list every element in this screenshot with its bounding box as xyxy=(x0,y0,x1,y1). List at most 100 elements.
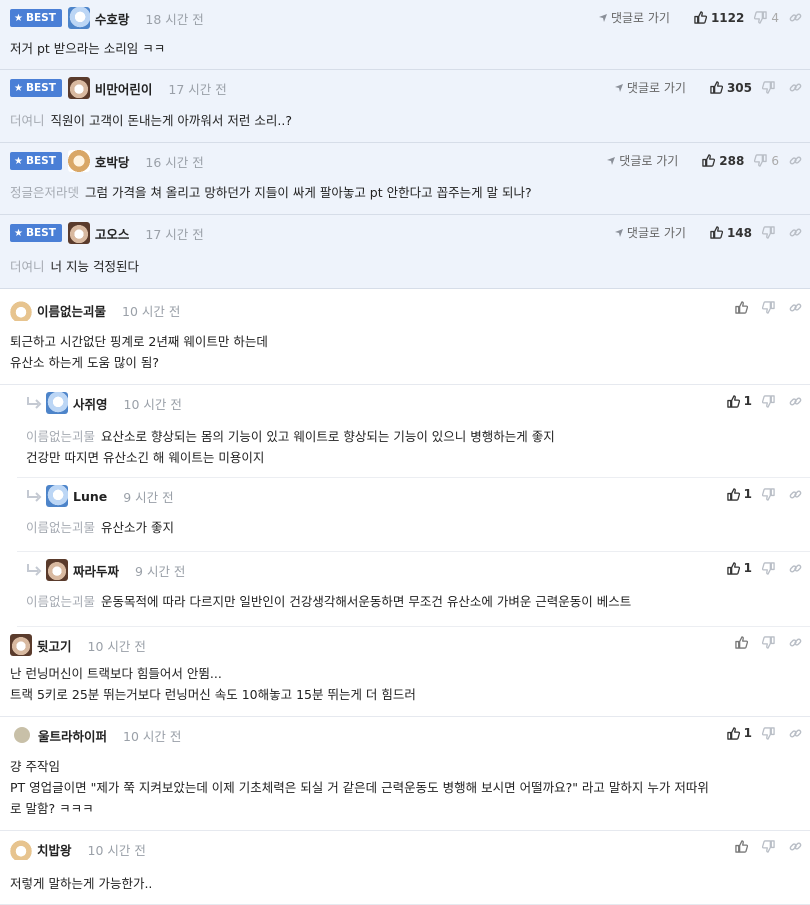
author-name[interactable]: 비만어린이 xyxy=(95,79,153,98)
author-name[interactable]: 뒷고기 xyxy=(37,636,72,655)
comment-text: 걍 주작임 xyxy=(10,759,60,774)
like-button[interactable] xyxy=(735,301,752,314)
author-name[interactable]: 수호랑 xyxy=(95,9,130,28)
comment-text: 저거 pt 받으라는 소리임 ㅋㅋ xyxy=(10,41,166,56)
comment-body: 정글은저라뎃 그럼 가격을 쳐 올리고 망하던가 지들이 싸게 팔아놓고 pt 안… xyxy=(10,182,532,203)
thumbs-up-icon xyxy=(710,226,727,239)
avatar-blue-icon[interactable] xyxy=(46,392,68,414)
author-name[interactable]: 사쥐영 xyxy=(73,394,108,413)
thumbs-down-icon xyxy=(754,154,771,167)
dislike-button[interactable] xyxy=(762,394,779,408)
dislike-button[interactable] xyxy=(762,487,779,501)
like-button[interactable]: 1 xyxy=(726,726,752,740)
comment-time: 10 시간 전 xyxy=(123,396,182,412)
mention-name[interactable]: 정글은저라뎃 xyxy=(10,185,79,200)
like-button[interactable] xyxy=(735,840,752,853)
comment-text: 트랙 5키로 25분 뛰는거보다 런닝머신 속도 10해놓고 15분 뛰는게 더… xyxy=(10,687,416,702)
avatar-blue-icon[interactable] xyxy=(46,485,68,507)
avatar-fox-icon[interactable] xyxy=(10,299,32,321)
mention-name[interactable]: 더여니 xyxy=(10,259,45,274)
best-comment: ★ BEST 수호랑 18 시간 전 댓글로 가기 1122 4 저거 pt 받으라는 소리임… xyxy=(0,0,810,70)
share-link-button[interactable] xyxy=(789,226,806,239)
go-to-reply-link[interactable]: 댓글로 가기 xyxy=(614,79,686,96)
comment-time: 9 시간 전 xyxy=(123,489,174,505)
dislike-button[interactable] xyxy=(762,301,779,314)
like-button[interactable]: 1 xyxy=(726,561,752,575)
comment: 뒷고기 10 시간 전난 런닝머신이 트랙보다 힘들어서 안뜀... 트랙 5키로 … xyxy=(0,627,810,717)
thumbs-down-icon xyxy=(762,726,779,740)
comment-actions: 1 xyxy=(717,561,806,575)
share-link-button[interactable] xyxy=(789,301,806,314)
dislike-button[interactable] xyxy=(762,561,779,575)
share-link-button[interactable] xyxy=(789,488,806,501)
avatar-dog-icon[interactable] xyxy=(10,634,32,656)
dislike-button[interactable] xyxy=(762,226,779,239)
share-link-button[interactable] xyxy=(789,727,806,740)
avatar-blue-icon[interactable] xyxy=(67,7,90,29)
thumbs-up-icon xyxy=(726,561,744,575)
thumbs-down-icon xyxy=(754,11,771,24)
dislike-button[interactable] xyxy=(762,840,779,853)
avatar-dog-icon[interactable] xyxy=(67,77,90,99)
comment-text: 저렇게 말하는게 가능한가.. xyxy=(10,876,153,891)
send-icon xyxy=(598,13,611,23)
thumbs-down-icon xyxy=(762,840,779,853)
comment-header: ★ BEST 비만어린이 17 시간 전 xyxy=(10,77,227,99)
share-link-button[interactable] xyxy=(789,81,806,94)
comment-body: 난 런닝머신이 트랙보다 힘들어서 안뜀... 트랙 5키로 25분 뛰는거보다 … xyxy=(10,663,416,705)
comment-header: Lune 9 시간 전 xyxy=(26,485,174,507)
author-name[interactable]: 호박당 xyxy=(95,152,130,171)
like-button[interactable]: 148 xyxy=(710,226,752,240)
mention-name[interactable]: 이름없는괴물 xyxy=(26,594,95,609)
like-button[interactable] xyxy=(735,636,752,649)
dislike-button[interactable] xyxy=(762,636,779,649)
comment-header: 이름없는괴물 10 시간 전 xyxy=(10,299,180,321)
send-icon xyxy=(614,83,627,93)
author-name[interactable]: 짜라두짜 xyxy=(73,561,119,580)
dislike-button[interactable]: 6 xyxy=(754,154,779,168)
comment-time: 10 시간 전 xyxy=(122,303,181,319)
like-button[interactable]: 288 xyxy=(702,154,744,168)
share-link-button[interactable] xyxy=(789,562,806,575)
mention-name[interactable]: 이름없는괴물 xyxy=(26,520,95,535)
dislike-count: 4 xyxy=(771,10,779,25)
comment-body: 이름없는괴물 운동목적에 따라 다르지만 일반인이 건강생각해서운동하면 무조건 … xyxy=(26,591,631,612)
author-name[interactable]: 이름없는괴물 xyxy=(37,301,106,320)
author-name[interactable]: 고오스 xyxy=(95,224,130,243)
author-name[interactable]: 치밥왕 xyxy=(37,840,72,859)
like-button[interactable]: 1122 xyxy=(694,11,744,25)
share-link-button[interactable] xyxy=(789,11,806,24)
link-icon xyxy=(789,11,806,24)
thumbs-down-icon xyxy=(762,81,779,94)
comment-actions: 댓글로 가기 305 xyxy=(614,79,806,96)
mention-name[interactable]: 더여니 xyxy=(10,113,45,128)
comment-line: 난 런닝머신이 트랙보다 힘들어서 안뜀... xyxy=(10,663,416,684)
go-to-reply-link[interactable]: 댓글로 가기 xyxy=(606,152,678,169)
go-to-reply-link[interactable]: 댓글로 가기 xyxy=(598,9,670,26)
mention-name[interactable]: 이름없는괴물 xyxy=(26,429,95,444)
author-name[interactable]: 울트라하이퍼 xyxy=(38,726,107,745)
best-badge-label: BEST xyxy=(25,155,56,167)
avatar-default-icon[interactable] xyxy=(14,727,30,743)
dislike-button[interactable] xyxy=(762,726,779,740)
avatar-fox-icon[interactable] xyxy=(10,838,32,860)
comment-time: 10 시간 전 xyxy=(123,728,182,744)
avatar-pup-icon[interactable] xyxy=(67,150,90,172)
share-link-button[interactable] xyxy=(789,636,806,649)
like-button[interactable]: 305 xyxy=(710,81,752,95)
share-link-button[interactable] xyxy=(789,395,806,408)
go-to-reply-link[interactable]: 댓글로 가기 xyxy=(614,224,686,241)
comment: 이름없는괴물 10 시간 전 퇴근하고 시간없단 핑계로 2년째 웨이트만 하는데 유… xyxy=(0,292,810,385)
share-link-button[interactable] xyxy=(789,840,806,853)
dislike-button[interactable]: 4 xyxy=(754,11,779,25)
like-button[interactable]: 1 xyxy=(726,394,752,408)
best-badge-label: BEST xyxy=(25,12,56,24)
avatar-dog-icon[interactable] xyxy=(46,559,68,581)
like-button[interactable]: 1 xyxy=(726,487,752,501)
avatar-dog-icon[interactable] xyxy=(67,222,90,244)
link-icon xyxy=(789,81,806,94)
dislike-button[interactable] xyxy=(762,81,779,94)
share-link-button[interactable] xyxy=(789,154,806,167)
author-name[interactable]: Lune xyxy=(73,489,107,504)
best-badge: ★ BEST xyxy=(10,9,62,27)
